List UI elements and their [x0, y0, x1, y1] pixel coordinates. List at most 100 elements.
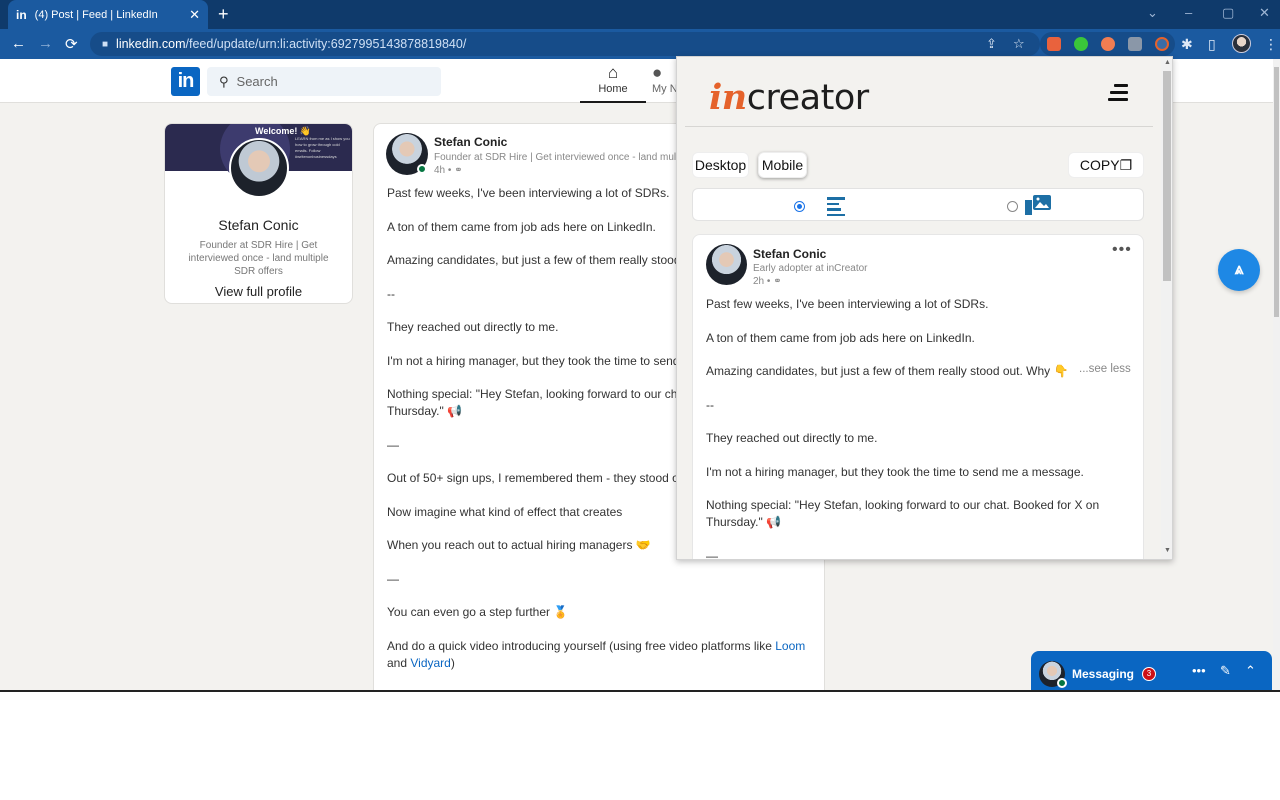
profile-avatar[interactable]: [229, 138, 289, 198]
url-path: /feed/update/urn:li:activity:69279951438…: [185, 37, 467, 51]
post-meta: 4h • ⚭: [434, 165, 463, 176]
bookmark-star-icon[interactable]: ☆: [1013, 36, 1025, 52]
preview-paragraph: —: [706, 548, 718, 560]
minimize-button[interactable]: –: [1185, 5, 1192, 20]
chevron-up-icon[interactable]: ⌃: [1245, 663, 1256, 679]
lock-icon: ■: [102, 38, 109, 50]
close-tab-icon[interactable]: ✕: [189, 7, 200, 23]
floating-action-button[interactable]: ⩓: [1218, 249, 1260, 291]
preview-author-headline: Early adopter at inCreator: [753, 263, 868, 274]
profile-avatar-icon[interactable]: [1232, 34, 1251, 53]
image-icon: [1025, 195, 1051, 215]
globe-icon: ⚭: [454, 165, 463, 176]
preview-paragraph: A ton of them came from job ads here on …: [706, 330, 975, 345]
browser-window: in (4) Post | Feed | LinkedIn ✕ + ⌄ – ▢ …: [0, 0, 1280, 690]
page-scrollbar[interactable]: [1273, 59, 1280, 690]
preview-body: Past few weeks, I've been interviewing a…: [706, 296, 1136, 560]
profile-headline: Founder at SDR Hire | Get interviewed on…: [188, 240, 329, 277]
search-placeholder: Search: [236, 74, 278, 89]
share-icon[interactable]: ⇪: [986, 36, 997, 52]
tab-linkedin[interactable]: in (4) Post | Feed | LinkedIn ✕: [8, 0, 208, 29]
extensions-puzzle-icon[interactable]: ✱: [1181, 36, 1193, 53]
forward-button[interactable]: →: [38, 35, 53, 52]
side-panel-icon[interactable]: ▯: [1208, 36, 1216, 53]
post-author-name[interactable]: Stefan Conic: [434, 135, 507, 149]
increator-logo: increator: [709, 77, 869, 118]
extension-green-icon[interactable]: [1074, 37, 1088, 51]
post-author-headline: Founder at SDR Hire | Get interviewed on…: [434, 152, 684, 163]
page-scrollbar-thumb[interactable]: [1274, 67, 1279, 317]
increator-extension-icon[interactable]: [1155, 37, 1169, 51]
mobile-button[interactable]: Mobile: [758, 152, 807, 178]
popup-scrollbar[interactable]: ▲ ▼: [1161, 57, 1172, 559]
preview-paragraph: Nothing special: "Hey Stefan, looking fo…: [706, 498, 1100, 529]
compose-icon[interactable]: ✎: [1220, 663, 1231, 679]
format-selector: [692, 188, 1144, 221]
hamburger-menu-icon[interactable]: [1108, 84, 1128, 105]
post-paragraph: You can even go a step further 🏅: [387, 605, 569, 619]
linkedin-favicon-icon: in: [16, 7, 27, 22]
window-bottom-edge: [0, 690, 1280, 692]
banner-small-text: LEARN from me as I show you how to grow …: [295, 136, 350, 159]
url-host: linkedin.com: [116, 37, 186, 51]
text-format-radio[interactable]: [794, 201, 805, 212]
post-text: ): [450, 655, 455, 670]
home-icon: ⌂: [607, 63, 619, 82]
messaging-label: Messaging: [1072, 666, 1135, 681]
popup-scrollbar-thumb[interactable]: [1163, 71, 1171, 281]
close-window-button[interactable]: ✕: [1259, 5, 1270, 21]
preview-paragraph: I'm not a hiring manager, but they took …: [706, 464, 1084, 479]
preview-author-name: Stefan Conic: [753, 247, 827, 261]
loom-link[interactable]: Loom: [775, 639, 805, 653]
view-full-profile-link[interactable]: View full profile: [165, 284, 352, 299]
copy-label: COPY: [1079, 157, 1120, 173]
messaging-avatar: [1039, 660, 1067, 688]
profile-name[interactable]: Stefan Conic: [165, 217, 352, 233]
nav-home-label: Home: [598, 83, 628, 95]
see-less-link[interactable]: ...see less: [1079, 363, 1131, 375]
search-input[interactable]: ⚲ Search: [207, 67, 441, 96]
preview-paragraph: They reached out directly to me.: [706, 431, 878, 445]
browser-menu-icon[interactable]: ⋮: [1264, 36, 1278, 53]
online-status-dot: [1057, 677, 1067, 688]
nav-home[interactable]: ⌂ Home: [580, 63, 646, 103]
post-text: And do a quick video introducing yoursel…: [387, 638, 776, 653]
preview-paragraph: Amazing candidates, but just a few of th…: [706, 364, 1069, 378]
reload-button[interactable]: ⟳: [65, 35, 78, 53]
extension-grid-icon[interactable]: [1047, 37, 1061, 51]
more-options-icon[interactable]: •••: [1192, 663, 1206, 678]
vidyard-link[interactable]: Vidyard: [410, 656, 450, 670]
preview-meta: 2h • ⚭: [753, 276, 782, 287]
copy-button[interactable]: COPY ❐: [1068, 152, 1144, 178]
scroll-up-arrow-icon[interactable]: ▲: [1164, 59, 1171, 66]
image-format-radio[interactable]: [1007, 201, 1018, 212]
preview-paragraph: --: [706, 397, 714, 412]
extension-gray-icon[interactable]: [1128, 37, 1142, 51]
scroll-down-arrow-icon[interactable]: ▼: [1164, 547, 1171, 554]
post-paragraph-links: And do a quick video introducing yoursel…: [387, 638, 817, 672]
tab-strip: in (4) Post | Feed | LinkedIn ✕ + ⌄ – ▢ …: [0, 0, 1280, 29]
maximize-button[interactable]: ▢: [1222, 5, 1234, 21]
a-logo-icon: ⩓: [1234, 261, 1244, 278]
post-paragraph: —: [387, 571, 399, 586]
preview-paragraph: Past few weeks, I've been interviewing a…: [706, 297, 989, 311]
messaging-bar[interactable]: Messaging 3 ••• ✎ ⌃: [1031, 651, 1272, 690]
text-align-icon: [827, 197, 845, 219]
copy-icon: ❐: [1119, 156, 1133, 173]
linkedin-logo[interactable]: in: [171, 67, 200, 96]
globe-icon: ⚭: [773, 276, 782, 287]
post-text: and: [387, 655, 411, 670]
profile-card: Welcome! 👋 LEARN from me as I show you h…: [164, 123, 353, 304]
back-button[interactable]: ←: [11, 35, 26, 52]
post-preview: Stefan Conic Early adopter at inCreator …: [692, 234, 1144, 560]
increator-popup: increator Desktop Mobile COPY ❐ Stefan C…: [676, 56, 1173, 560]
divider: [685, 126, 1153, 127]
extension-orange-icon[interactable]: [1101, 37, 1115, 51]
tab-title: (4) Post | Feed | LinkedIn: [34, 8, 158, 21]
tab-search-icon[interactable]: ⌄: [1147, 5, 1158, 21]
preview-avatar: [706, 244, 747, 285]
desktop-button[interactable]: Desktop: [692, 152, 749, 178]
more-options-icon[interactable]: •••: [1112, 241, 1132, 259]
address-bar[interactable]: ■ linkedin.com /feed/update/urn:li:activ…: [90, 32, 1040, 56]
new-tab-button[interactable]: +: [218, 4, 229, 25]
